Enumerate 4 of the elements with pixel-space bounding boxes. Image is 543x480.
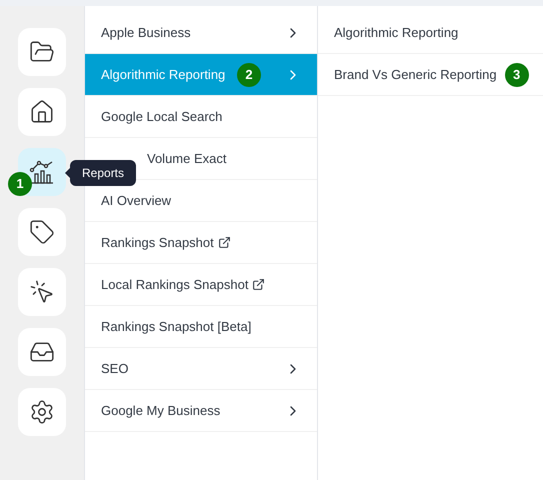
step-number: 3 (504, 62, 529, 86)
step-number: 1 (8, 172, 32, 196)
step-number: 2 (237, 62, 261, 86)
tooltip: Reports (65, 160, 136, 186)
